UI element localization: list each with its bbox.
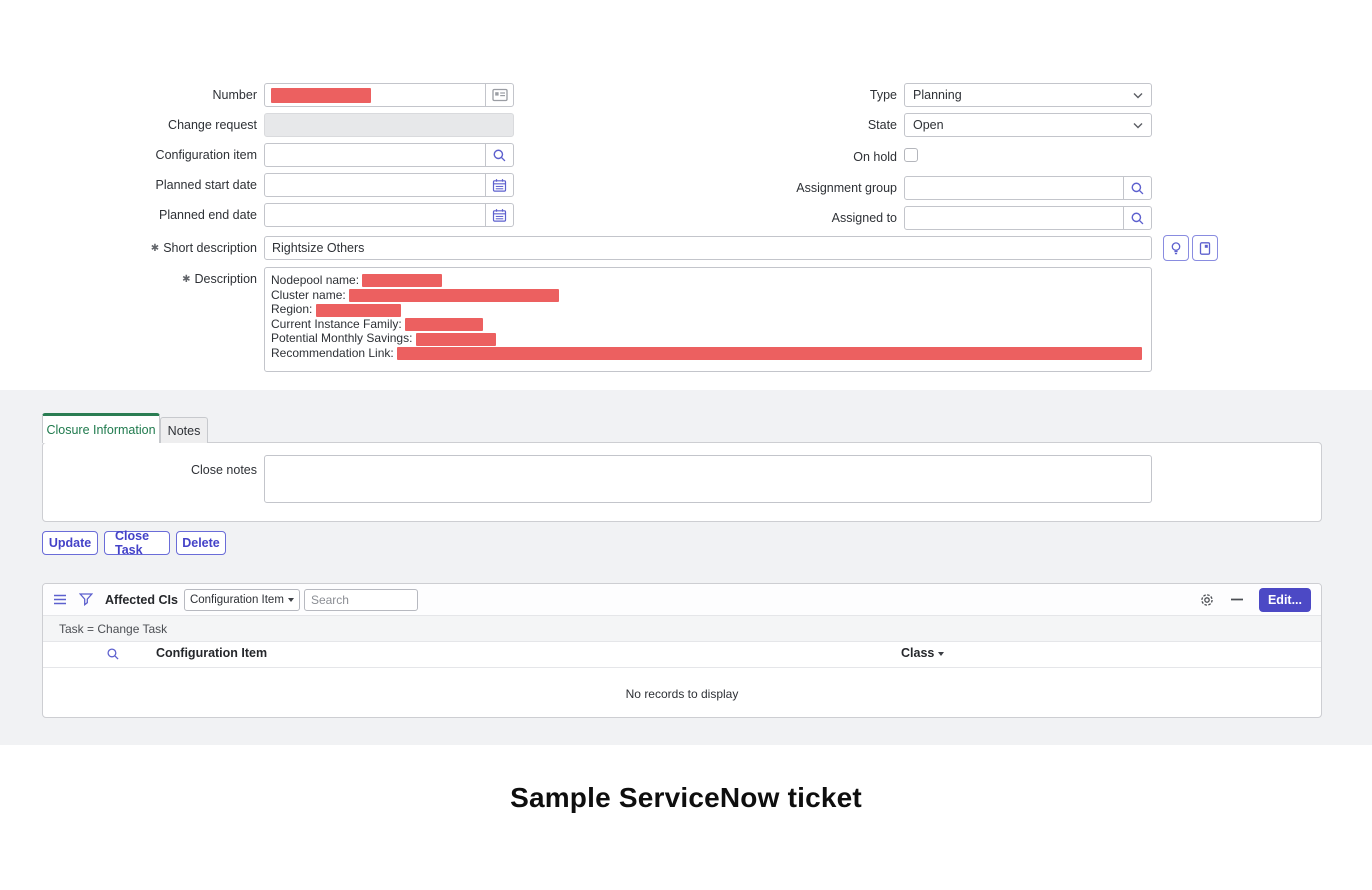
type-select-value: Planning — [913, 88, 962, 102]
number-field[interactable] — [264, 83, 514, 107]
short-description-label: ✱Short description — [40, 240, 257, 258]
on-hold-checkbox[interactable] — [904, 148, 918, 162]
edit-button[interactable]: Edit... — [1259, 588, 1311, 612]
list-context-menu-icon[interactable] — [53, 594, 67, 605]
configuration-item-label: Configuration item — [40, 147, 257, 163]
affected-cis-title: Affected CIs — [105, 593, 178, 607]
close-notes-textarea[interactable] — [264, 455, 1152, 503]
description-label: ✱Description — [40, 271, 257, 289]
assignment-group-field[interactable] — [904, 176, 1152, 200]
list-column-header-row: Configuration Item Class — [43, 642, 1321, 668]
planned-end-date-label: Planned end date — [40, 207, 257, 223]
planned-end-date-field[interactable] — [264, 203, 514, 227]
mandatory-asterisk: ✱ — [182, 274, 190, 285]
redacted-value — [416, 333, 496, 346]
change-request-field — [264, 113, 514, 137]
calendar-icon[interactable] — [485, 204, 513, 226]
redacted-value — [362, 274, 442, 287]
tab-closure-information[interactable]: Closure Information — [42, 413, 160, 443]
type-select[interactable]: Planning — [904, 83, 1152, 107]
planned-start-date-label: Planned start date — [40, 177, 257, 193]
column-search-icon[interactable] — [106, 647, 120, 661]
reference-card-icon[interactable] — [485, 84, 513, 106]
affected-cis-header: Affected CIs Configuration Item ( Edit..… — [43, 584, 1321, 615]
chevron-down-icon — [288, 598, 294, 602]
description-line: Recommendation Link: — [271, 346, 1145, 361]
column-header-configuration-item[interactable]: Configuration Item — [156, 646, 267, 660]
description-line: Current Instance Family: — [271, 317, 1145, 332]
list-breadcrumb[interactable]: Task = Change Task — [43, 615, 1321, 642]
assigned-to-field[interactable] — [904, 206, 1152, 230]
update-button[interactable]: Update — [42, 531, 98, 555]
delete-button[interactable]: Delete — [176, 531, 226, 555]
close-task-button[interactable]: Close Task — [104, 531, 170, 555]
planned-start-date-field[interactable] — [264, 173, 514, 197]
collapse-minus-icon[interactable] — [1231, 598, 1243, 601]
type-label: Type — [690, 87, 897, 103]
empty-list-message: No records to display — [43, 668, 1321, 718]
assignment-group-label: Assignment group — [690, 180, 897, 196]
description-textarea[interactable]: Nodepool name: Cluster name: Region: Cur… — [264, 267, 1152, 372]
redacted-value — [316, 304, 401, 317]
filter-icon[interactable] — [79, 593, 93, 606]
number-label: Number — [40, 87, 257, 103]
configuration-item-field[interactable] — [264, 143, 514, 167]
redacted-value — [397, 347, 1142, 360]
page-caption: Sample ServiceNow ticket — [0, 782, 1372, 814]
assigned-to-label: Assigned to — [690, 210, 897, 226]
search-icon[interactable] — [1123, 177, 1151, 199]
state-select[interactable]: Open — [904, 113, 1152, 137]
suggestion-lightbulb-button[interactable] — [1163, 235, 1189, 261]
on-hold-label: On hold — [690, 149, 897, 165]
lightbulb-icon — [1169, 241, 1183, 256]
short-description-input[interactable] — [264, 236, 1152, 260]
column-header-class[interactable]: Class — [901, 646, 944, 660]
description-line: Potential Monthly Savings: — [271, 331, 1145, 346]
affected-cis-search-input[interactable] — [304, 589, 418, 611]
gear-icon[interactable] — [1199, 592, 1215, 608]
template-icon — [1198, 241, 1212, 256]
tab-notes[interactable]: Notes — [160, 417, 208, 443]
chevron-down-icon — [1133, 122, 1143, 129]
chevron-down-icon — [1133, 92, 1143, 99]
state-select-value: Open — [913, 118, 944, 132]
description-line: Region: — [271, 302, 1145, 317]
servicenow-ticket-page: Number Change request Configuration item… — [0, 0, 1372, 890]
search-icon[interactable] — [1123, 207, 1151, 229]
redacted-number-value — [271, 88, 371, 103]
search-icon[interactable] — [485, 144, 513, 166]
state-label: State — [690, 117, 897, 133]
redacted-value — [349, 289, 559, 302]
search-field-selector[interactable]: Configuration Item ( — [184, 589, 300, 611]
description-line: Nodepool name: — [271, 273, 1145, 288]
affected-cis-panel: Affected CIs Configuration Item ( Edit..… — [42, 583, 1322, 718]
close-notes-label: Close notes — [40, 462, 257, 478]
description-line: Cluster name: — [271, 288, 1145, 303]
calendar-icon[interactable] — [485, 174, 513, 196]
change-request-label: Change request — [40, 117, 257, 133]
redacted-value — [405, 318, 483, 331]
mandatory-asterisk: ✱ — [151, 243, 159, 254]
template-button[interactable] — [1192, 235, 1218, 261]
chevron-down-icon — [938, 652, 944, 656]
